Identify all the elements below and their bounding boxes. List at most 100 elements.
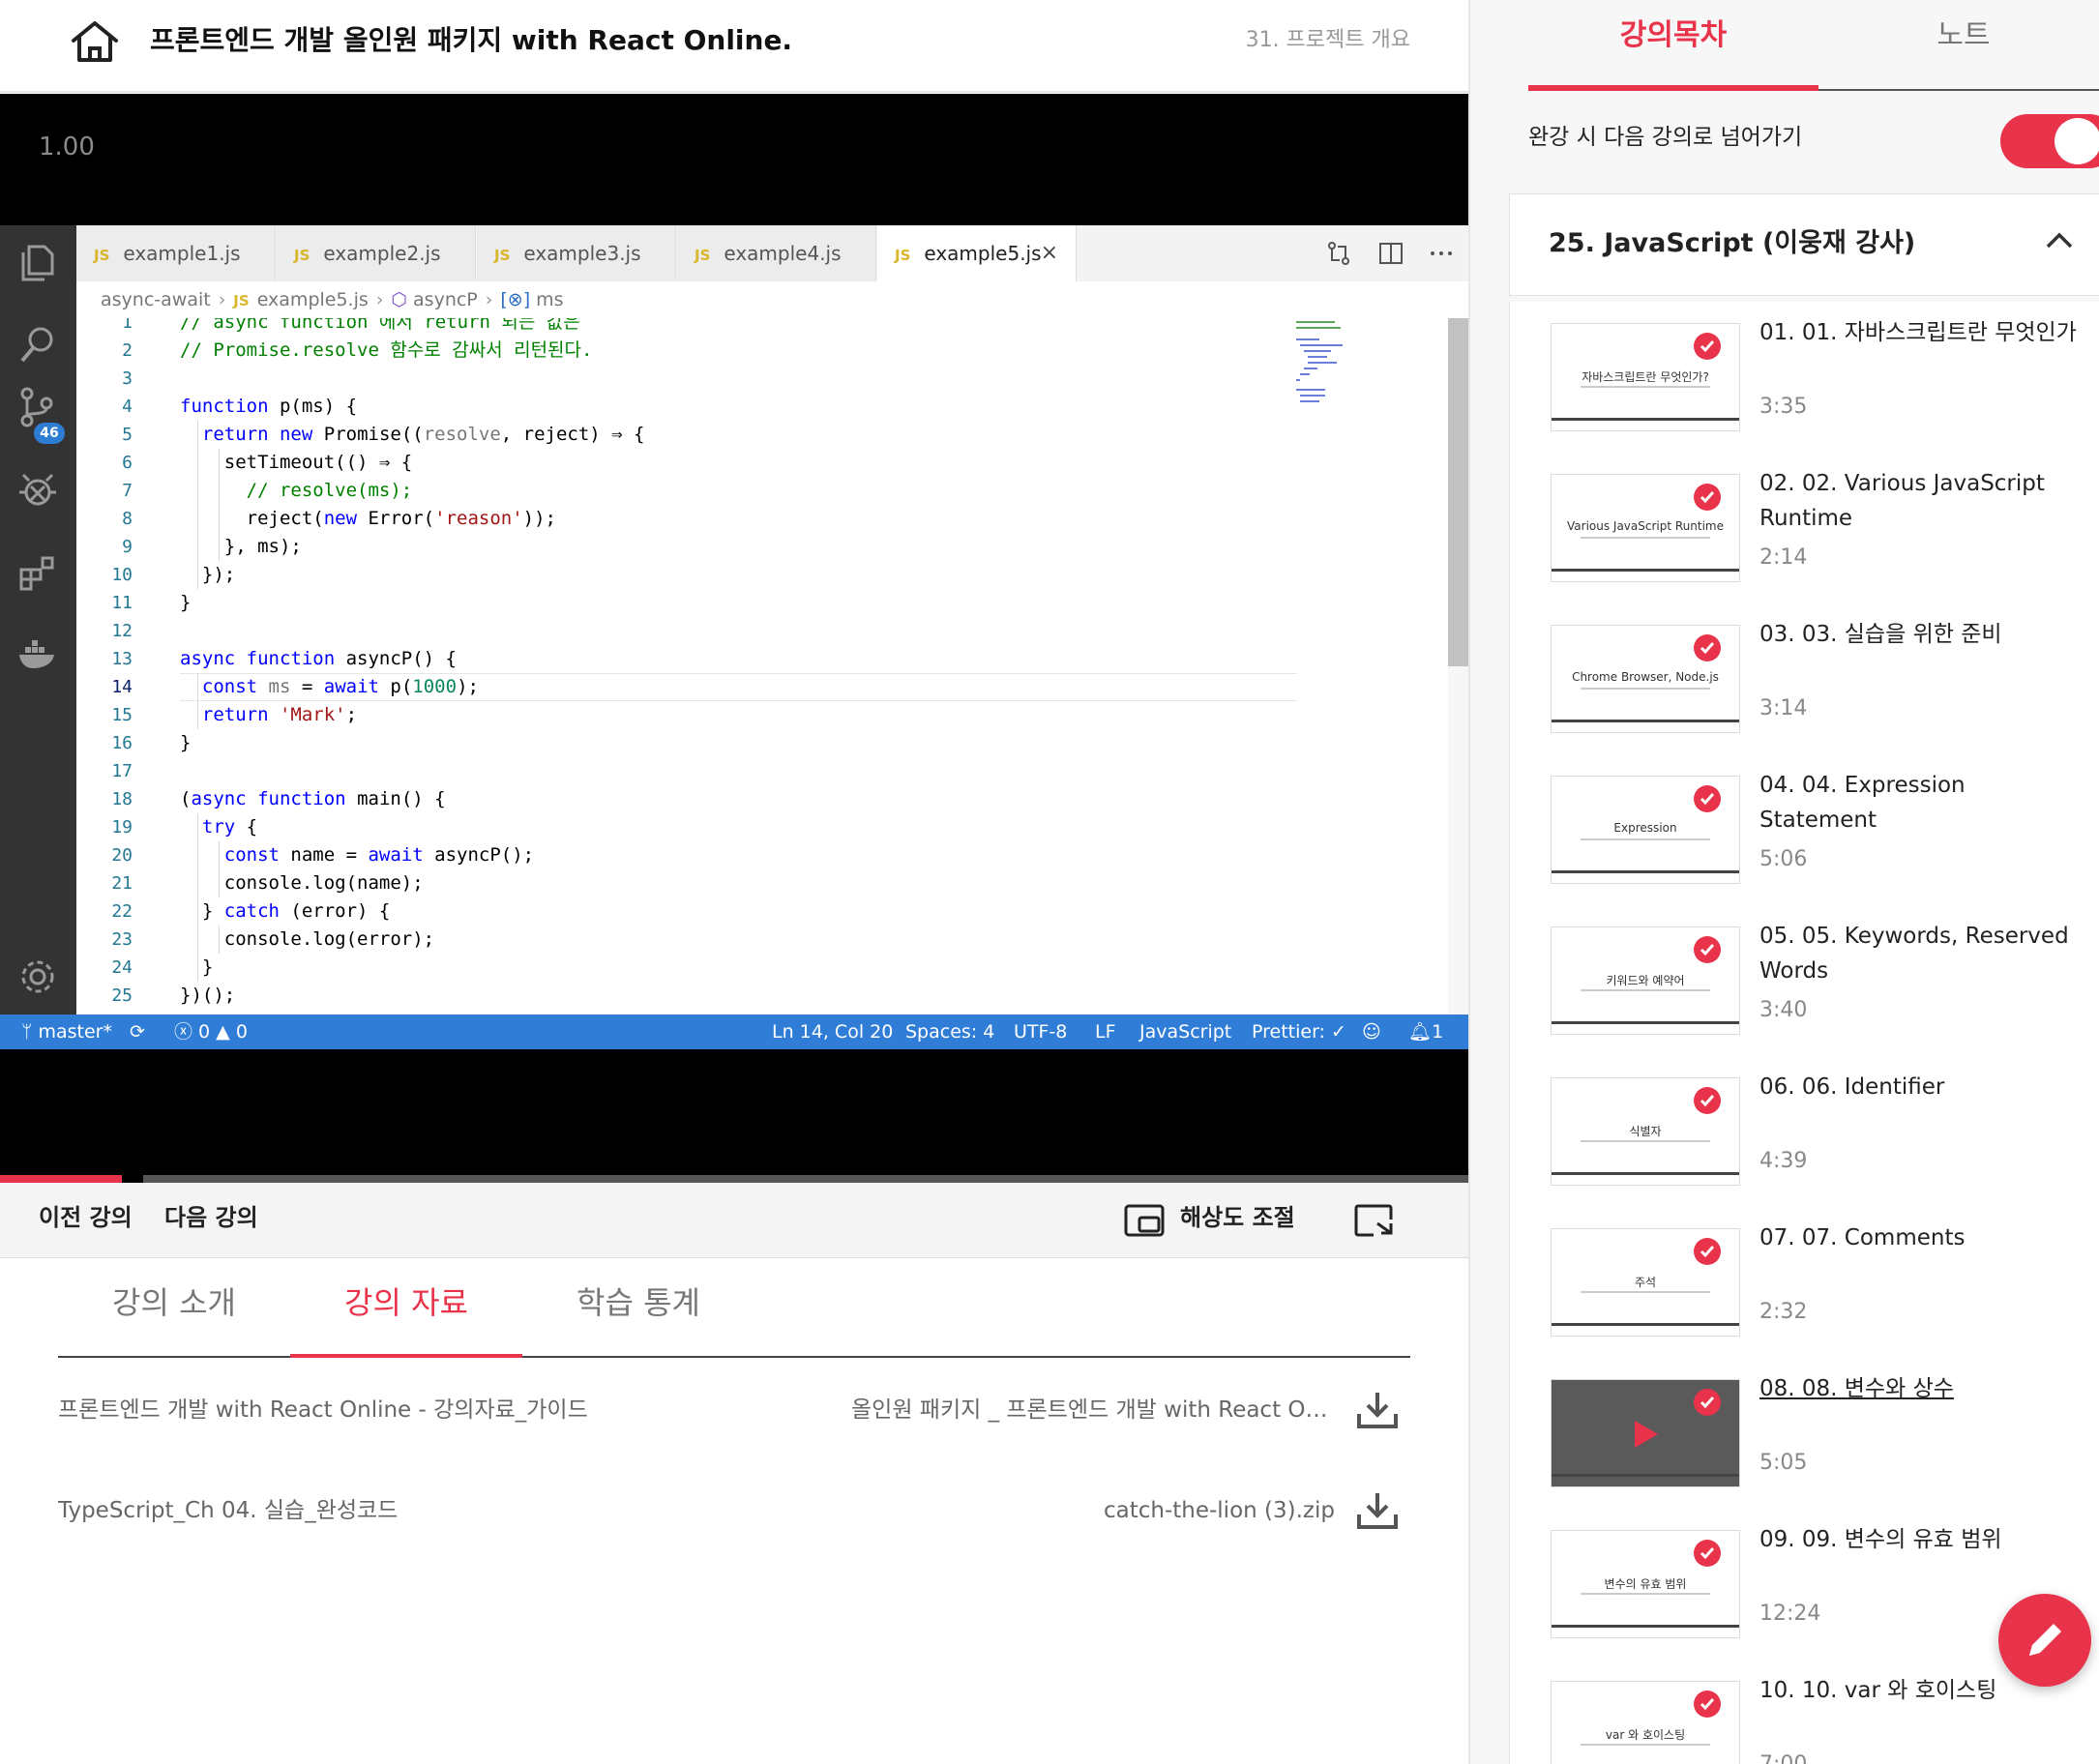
download-icon[interactable] <box>1356 1491 1399 1530</box>
progress-track[interactable] <box>0 1175 1468 1183</box>
code-line[interactable]: (async function main() { <box>180 785 446 813</box>
lecture-item[interactable]: Various JavaScript Runtime 02. 02. Variou… <box>1510 453 2099 603</box>
fullscreen-icon[interactable] <box>1352 1204 1395 1237</box>
tab-example3[interactable]: JS example3.js <box>477 225 676 281</box>
lecture-item[interactable]: 식별자 06. 06. Identifier 4:39 <box>1510 1056 2099 1207</box>
section-header[interactable]: 25. JavaScript (이웅재 강사) <box>1509 193 2099 296</box>
lecture-title[interactable]: 09. 09. 변수의 유효 범위 <box>1759 1522 2088 1557</box>
lecture-item[interactable]: 키워드와 예약어 05. 05. Keywords, Reserved Words… <box>1510 905 2099 1056</box>
line-number: 25 <box>111 985 133 1006</box>
code-line[interactable]: const ms = await p(1000); <box>180 673 479 701</box>
lecture-item[interactable]: 08. 08. 변수와 상수 5:05 <box>1510 1358 2099 1509</box>
close-icon[interactable]: × <box>1041 225 1058 281</box>
lecture-title[interactable]: 03. 03. 실습을 위한 준비 <box>1759 617 2088 652</box>
material-filename[interactable]: catch-the-lion (3).zip <box>1104 1482 1335 1540</box>
thumbnail-title: 식별자 <box>1629 1125 1662 1138</box>
line-number: 15 <box>111 705 133 725</box>
encoding[interactable]: UTF-8 <box>1014 1014 1067 1049</box>
code-line[interactable]: setTimeout(() ⇒ { <box>180 449 412 477</box>
code-line[interactable]: }); <box>180 561 235 589</box>
code-line[interactable]: return new Promise((resolve, reject) ⇒ { <box>180 421 645 449</box>
lecture-title[interactable]: 08. 08. 변수와 상수 <box>1759 1371 2088 1406</box>
code-line[interactable]: } <box>180 729 191 757</box>
notifications[interactable]: 🔔︎1 <box>1408 1014 1443 1049</box>
tab-example4[interactable]: JS example4.js <box>677 225 876 281</box>
material-filename[interactable]: 올인원 패키지 _ 프론트엔드 개발 with React Online.pdf <box>851 1381 1335 1439</box>
lecture-item[interactable]: Expression 04. 04. Expression Statement 5:… <box>1510 754 2099 905</box>
code-line[interactable]: // async function 에서 return 되는 값은 <box>180 318 580 337</box>
tab-curriculum[interactable]: 강의목차 <box>1528 0 1818 89</box>
end-of-line[interactable]: LF <box>1095 1014 1116 1049</box>
lecture-title[interactable]: 07. 07. Comments <box>1759 1220 2088 1255</box>
search-icon[interactable] <box>15 322 60 367</box>
split-editor-icon[interactable] <box>1376 239 1405 268</box>
line-number: 1 <box>122 318 133 333</box>
lecture-title[interactable]: 04. 04. Expression Statement <box>1759 768 2088 838</box>
thumbnail-title: var 와 호이스팅 <box>1605 1728 1686 1742</box>
lecture-title[interactable]: 06. 06. Identifier <box>1759 1070 2088 1104</box>
indentation[interactable]: Spaces: 4 <box>905 1014 994 1049</box>
settings-gear-icon[interactable] <box>15 955 60 999</box>
code-line[interactable]: try { <box>180 813 257 841</box>
tab-example1[interactable]: JS example1.js <box>76 225 276 281</box>
code-line[interactable]: const name = await asyncP(); <box>180 841 534 869</box>
code-line[interactable]: } catch (error) { <box>180 897 390 926</box>
tab-learning-stats[interactable]: 학습 통계 <box>522 1259 754 1356</box>
lecture-title[interactable]: 01. 01. 자바스크립트란 무엇인가 <box>1759 315 2088 350</box>
feedback-smiley-icon[interactable]: ☺ <box>1362 1014 1381 1049</box>
lecture-duration: 3:35 <box>1759 395 1808 419</box>
write-note-button[interactable] <box>1998 1594 2091 1687</box>
lecture-title[interactable]: 05. 05. Keywords, Reserved Words <box>1759 919 2088 988</box>
breadcrumb-file[interactable]: example5.js <box>257 289 369 310</box>
line-number: 20 <box>111 845 133 866</box>
prettier-status[interactable]: Prettier: ✓ <box>1252 1014 1346 1049</box>
explorer-icon[interactable] <box>15 241 60 285</box>
tab-course-intro[interactable]: 강의 소개 <box>58 1259 290 1356</box>
tab-notes[interactable]: 노트 <box>1818 0 2099 89</box>
compare-changes-icon[interactable] <box>1324 239 1353 268</box>
cursor-position[interactable]: Ln 14, Col 20 <box>772 1014 893 1049</box>
sync-icon[interactable]: ⟳ <box>130 1014 145 1049</box>
video-player[interactable]: 1.00 46 JS example1.js JS example2.js JS ex… <box>0 94 1468 1175</box>
code-line[interactable]: } <box>180 589 191 617</box>
tab-course-materials[interactable]: 강의 자료 <box>290 1259 522 1356</box>
lecture-title[interactable]: 02. 02. Various JavaScript Runtime <box>1759 466 2088 536</box>
lecture-item[interactable]: 자바스크립트란 무엇인가? 01. 01. 자바스크립트란 무엇인가 3:35 <box>1510 302 2099 453</box>
resolution-icon[interactable] <box>1124 1204 1165 1237</box>
extensions-icon[interactable] <box>15 550 60 595</box>
lecture-item[interactable]: var 와 호이스팅10. 10. var 와 호이스팅7:00 <box>1510 1660 2099 1764</box>
branch-status[interactable]: ᛘ master* <box>21 1014 112 1049</box>
scrollbar-thumb[interactable] <box>1448 318 1468 666</box>
lecture-item[interactable]: 주석 07. 07. Comments 2:32 <box>1510 1207 2099 1358</box>
code-editor[interactable]: // async function 에서 return 되는 값은// Prom… <box>180 318 1297 1014</box>
chevron-up-icon[interactable] <box>2044 229 2075 252</box>
code-line[interactable]: })(); <box>180 982 235 1010</box>
playback-speed[interactable]: 1.00 <box>39 132 95 162</box>
code-line[interactable]: // resolve(ms); <box>180 477 413 505</box>
docker-icon[interactable] <box>15 632 60 676</box>
code-line[interactable]: console.log(name); <box>180 869 424 897</box>
code-line[interactable]: reject(new Error('reason')); <box>180 505 556 533</box>
debug-icon[interactable] <box>15 467 60 512</box>
code-line[interactable]: // Promise.resolve 함수로 감싸서 리턴된다. <box>180 337 592 365</box>
breadcrumb-variable[interactable]: ms <box>536 289 563 310</box>
download-icon[interactable] <box>1356 1391 1399 1429</box>
tab-example5[interactable]: JS example5.js × <box>877 225 1077 281</box>
code-line[interactable]: async function asyncP() { <box>180 645 457 673</box>
next-lecture-button[interactable]: 다음 강의 <box>164 1183 258 1252</box>
tab-example2[interactable]: JS example2.js <box>277 225 476 281</box>
breadcrumb-function[interactable]: asyncP <box>413 289 478 310</box>
code-line[interactable]: function p(ms) { <box>180 393 357 421</box>
breadcrumb-folder[interactable]: async-await <box>101 289 211 310</box>
resolution-button[interactable]: 해상도 조절 <box>1180 1183 1295 1252</box>
lecture-duration: 5:06 <box>1759 847 1808 871</box>
minimap[interactable] <box>1294 318 1372 405</box>
home-icon[interactable] <box>70 19 120 64</box>
language-mode[interactable]: JavaScript <box>1139 1014 1231 1049</box>
prev-lecture-button[interactable]: 이전 강의 <box>39 1183 133 1252</box>
more-actions-icon[interactable] <box>1427 239 1456 268</box>
lecture-item[interactable]: Chrome Browser, Node.js 03. 03. 실습을 위한 준비… <box>1510 603 2099 754</box>
progress-fill <box>0 1175 122 1183</box>
problems-status[interactable]: ⓧ 0 ▲ 0 <box>174 1014 248 1049</box>
code-line[interactable]: return 'Mark'; <box>180 701 357 729</box>
